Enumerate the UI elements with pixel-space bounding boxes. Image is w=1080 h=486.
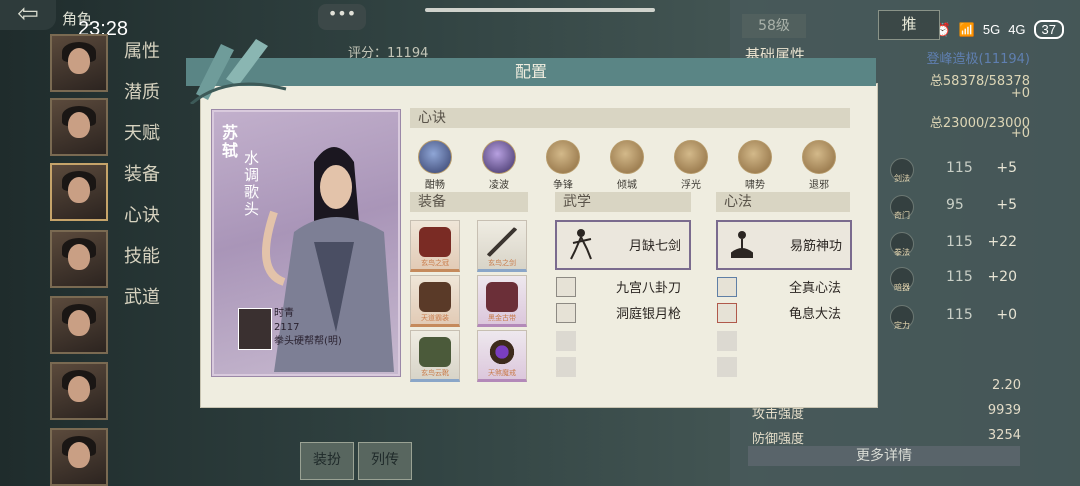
xinjue-icon xyxy=(482,140,516,174)
recommend-button[interactable]: 推 xyxy=(878,10,940,40)
mp-delta: +0 xyxy=(1010,126,1030,141)
menu-item-skills[interactable]: 技能 xyxy=(124,245,160,286)
xinjue-item[interactable]: 酣畅 xyxy=(411,140,459,191)
xinjue-icon xyxy=(610,140,644,174)
signal-4g: 4G xyxy=(1008,22,1026,37)
character-avatar[interactable] xyxy=(50,362,108,420)
base-attr-sub: 登峰造极(11194) xyxy=(926,52,1031,67)
hero-info: 时青 2117 拳头硬帮帮(明) xyxy=(274,308,342,347)
tab-biography[interactable]: 列传 xyxy=(358,442,412,480)
xinfa-main-slot[interactable]: 易筋神功 xyxy=(716,220,852,270)
status-icons: ⏰ 📶 5G 4G 37 xyxy=(934,20,1064,39)
skill-icon xyxy=(717,303,737,323)
signal-5g: 5G xyxy=(982,22,1001,37)
wuxue-section-title: 武学 xyxy=(555,192,691,212)
equip-section-title: 装备 xyxy=(410,192,528,212)
xinfa-sub-skill[interactable]: 全真心法 xyxy=(717,277,847,297)
back-button[interactable]: ⇦ xyxy=(0,0,56,30)
wuxue-sub-skill[interactable]: 洞庭银月枪 xyxy=(556,303,686,323)
stat-row: 拳法 115 +22 xyxy=(890,230,1025,258)
equip-slot-weapon[interactable]: 玄鸟之剑 xyxy=(477,220,527,272)
stat-row: 剑法 115 +5 xyxy=(890,156,1025,184)
character-avatar[interactable] xyxy=(50,428,108,486)
wuxue-sub-skill[interactable]: 九宫八卦刀 xyxy=(556,277,686,297)
xinjue-item[interactable]: 倾城 xyxy=(603,140,651,191)
belt-icon xyxy=(486,282,518,312)
character-avatar[interactable] xyxy=(50,230,108,288)
character-avatar[interactable] xyxy=(50,34,108,92)
meditation-icon xyxy=(731,231,753,258)
stat-row: 暗器 115 +20 xyxy=(890,265,1025,293)
character-avatar[interactable] xyxy=(50,163,108,221)
menu-item-equip[interactable]: 装备 xyxy=(124,163,160,204)
battery-icon: 37 xyxy=(1033,20,1064,39)
skill-icon xyxy=(556,277,576,297)
empty-slot[interactable] xyxy=(556,357,576,377)
xinjue-icon xyxy=(546,140,580,174)
more-details-button[interactable]: 更多详情 xyxy=(748,446,1020,466)
level-badge: 58级 xyxy=(742,14,806,38)
home-indicator xyxy=(425,8,655,12)
equip-slot-boots[interactable]: 玄鸟云靴 xyxy=(410,330,460,382)
character-avatar[interactable] xyxy=(50,296,108,354)
xinjue-item[interactable]: 啸势 xyxy=(731,140,779,191)
xinjue-icon xyxy=(802,140,836,174)
ring-icon xyxy=(486,337,518,367)
sword-deco-icon xyxy=(190,39,287,104)
wuxue-main-slot[interactable]: 月缺七剑 xyxy=(555,220,691,270)
chat-button[interactable]: ••• xyxy=(318,4,366,30)
xinjue-item[interactable]: 浮光 xyxy=(667,140,715,191)
tab-outfit[interactable]: 装扮 xyxy=(300,442,354,480)
equip-slot-armor[interactable]: 天道霸装 xyxy=(410,275,460,327)
xinfa-section-title: 心法 xyxy=(716,192,850,212)
xinjue-icon xyxy=(738,140,772,174)
empty-slot[interactable] xyxy=(556,331,576,351)
skill-icon xyxy=(717,277,737,297)
side-menu: 属性 潜质 天赋 装备 心诀 技能 武道 xyxy=(124,40,160,327)
equip-slot-hat[interactable]: 玄鸟之冠 xyxy=(410,220,460,272)
character-avatar[interactable] xyxy=(50,98,108,156)
empty-slot[interactable] xyxy=(717,357,737,377)
xinjue-section-title: 心诀 xyxy=(410,108,850,128)
xinjue-item[interactable]: 凌波 xyxy=(475,140,523,191)
hat-icon xyxy=(419,227,451,257)
hero-alias: 水调歌头 xyxy=(244,149,260,218)
hp-delta: +0 xyxy=(1010,86,1030,101)
wifi-icon: 📶 xyxy=(958,21,975,37)
hero-name: 苏轼 xyxy=(222,123,239,160)
menu-item-wudao[interactable]: 武道 xyxy=(124,286,160,327)
stat-row: 定力 115 +0 xyxy=(890,303,1025,331)
xinjue-icon xyxy=(418,140,452,174)
sword-icon xyxy=(486,227,518,257)
empty-slot[interactable] xyxy=(717,331,737,351)
menu-item-talent[interactable]: 天赋 xyxy=(124,122,160,163)
menu-item-xinjue[interactable]: 心诀 xyxy=(124,204,160,245)
boots-icon xyxy=(419,337,451,367)
hero-thumb-avatar xyxy=(238,308,272,350)
stat-row: 奇门 95 +5 xyxy=(890,193,1025,221)
menu-item-potential[interactable]: 潜质 xyxy=(124,81,160,122)
swordsman-icon xyxy=(570,229,592,260)
armor-icon xyxy=(419,282,451,312)
xinfa-sub-skill[interactable]: 龟息大法 xyxy=(717,303,847,323)
skill-icon xyxy=(556,303,576,323)
xinjue-item[interactable]: 退邪 xyxy=(795,140,843,191)
xinjue-icon xyxy=(674,140,708,174)
equip-slot-belt[interactable]: 黑金古带 xyxy=(477,275,527,327)
xinjue-item[interactable]: 争锋 xyxy=(539,140,587,191)
equip-slot-ring[interactable]: 天煞魔戒 xyxy=(477,330,527,382)
menu-item-attr[interactable]: 属性 xyxy=(124,40,160,81)
hero-card[interactable]: 苏轼 水调歌头 时青 2117 拳头硬帮帮(明) xyxy=(212,110,400,376)
back-arrow-icon: ⇦ xyxy=(17,0,39,29)
